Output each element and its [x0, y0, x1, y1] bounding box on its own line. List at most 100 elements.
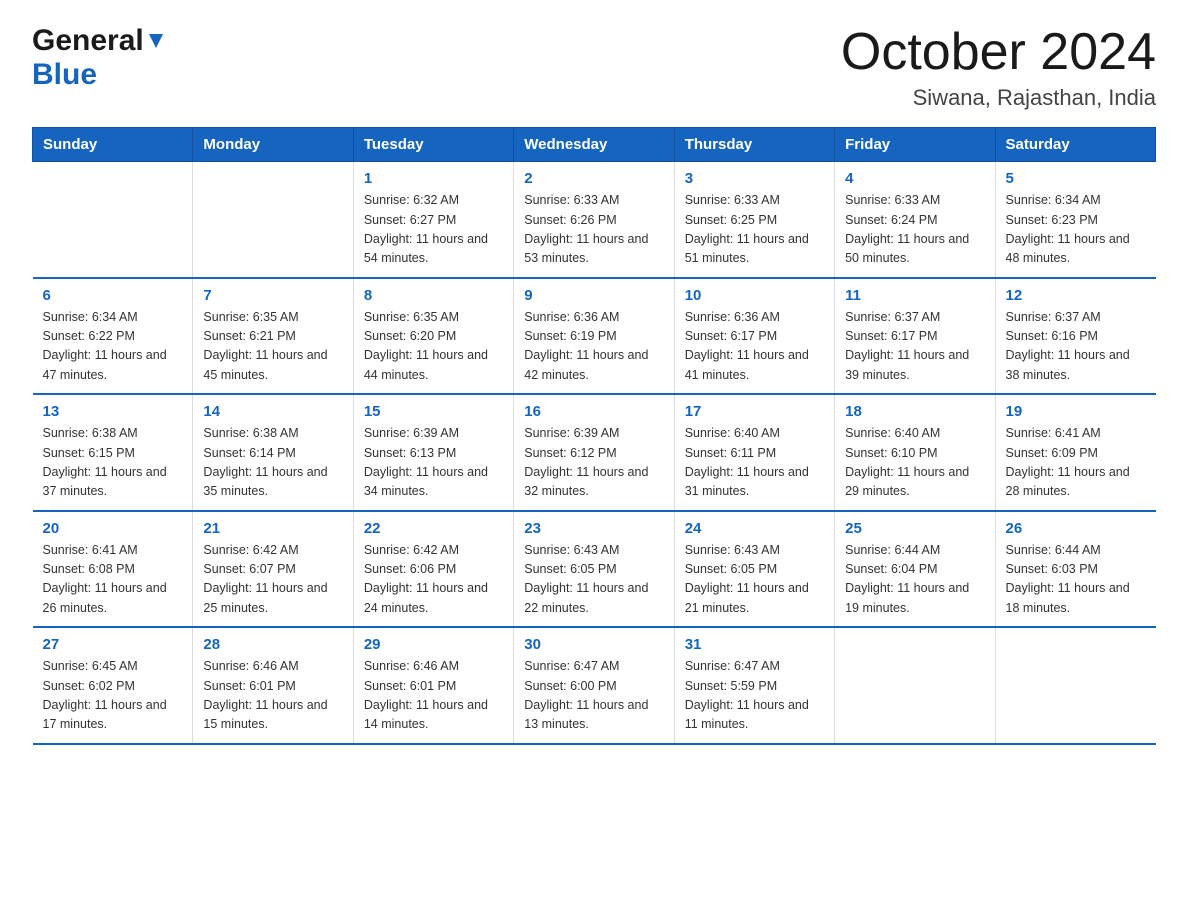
day-number: 16 [524, 403, 663, 420]
day-number: 27 [43, 636, 183, 653]
logo-general-text: General [32, 24, 144, 58]
calendar-cell: 12 Sunrise: 6:37 AM Sunset: 6:16 PM Dayli… [995, 278, 1155, 395]
day-number: 13 [43, 403, 183, 420]
day-info: Sunrise: 6:46 AM Sunset: 6:01 PM Dayligh… [203, 657, 342, 735]
calendar-cell: 18 Sunrise: 6:40 AM Sunset: 6:10 PM Dayli… [835, 394, 995, 511]
calendar-cell [193, 162, 353, 278]
calendar-cell: 11Sunrise: 6:37 AM Sunset: 6:17 PM Dayli… [835, 278, 995, 395]
location-title: Siwana, Rajasthan, India [841, 85, 1156, 111]
calendar-cell: 13 Sunrise: 6:38 AM Sunset: 6:15 PM Dayli… [33, 394, 193, 511]
day-number: 28 [203, 636, 342, 653]
day-number: 18 [845, 403, 984, 420]
day-number: 24 [685, 520, 824, 537]
calendar-cell: 19 Sunrise: 6:41 AM Sunset: 6:09 PM Dayli… [995, 394, 1155, 511]
month-title: October 2024 [841, 24, 1156, 81]
day-of-week-header: Saturday [995, 128, 1155, 162]
day-number: 9 [524, 287, 663, 304]
calendar-cell: 2Sunrise: 6:33 AM Sunset: 6:26 PM Daylig… [514, 162, 674, 278]
day-of-week-header: Tuesday [353, 128, 513, 162]
day-of-week-header: Friday [835, 128, 995, 162]
calendar-cell: 6Sunrise: 6:34 AM Sunset: 6:22 PM Daylig… [33, 278, 193, 395]
day-info: Sunrise: 6:40 AM Sunset: 6:10 PM Dayligh… [845, 424, 984, 502]
day-number: 6 [43, 287, 183, 304]
calendar-cell: 20Sunrise: 6:41 AM Sunset: 6:08 PM Dayli… [33, 511, 193, 628]
calendar-cell: 25 Sunrise: 6:44 AM Sunset: 6:04 PM Dayli… [835, 511, 995, 628]
calendar-cell: 8 Sunrise: 6:35 AM Sunset: 6:20 PM Daylig… [353, 278, 513, 395]
day-number: 17 [685, 403, 824, 420]
logo: General Blue [32, 24, 165, 92]
calendar-cell: 17 Sunrise: 6:40 AM Sunset: 6:11 PM Dayli… [674, 394, 834, 511]
day-number: 4 [845, 170, 984, 187]
calendar-cell: 10Sunrise: 6:36 AM Sunset: 6:17 PM Dayli… [674, 278, 834, 395]
page-header: General Blue October 2024 Siwana, Rajast… [32, 24, 1156, 111]
day-info: Sunrise: 6:40 AM Sunset: 6:11 PM Dayligh… [685, 424, 824, 502]
day-number: 3 [685, 170, 824, 187]
day-number: 30 [524, 636, 663, 653]
calendar-cell: 16 Sunrise: 6:39 AM Sunset: 6:12 PM Dayli… [514, 394, 674, 511]
calendar-header-row: SundayMondayTuesdayWednesdayThursdayFrid… [33, 128, 1156, 162]
day-info: Sunrise: 6:44 AM Sunset: 6:04 PM Dayligh… [845, 541, 984, 619]
day-number: 5 [1006, 170, 1146, 187]
day-info: Sunrise: 6:34 AM Sunset: 6:23 PM Dayligh… [1006, 191, 1146, 269]
logo-arrow-icon [147, 32, 165, 55]
day-info: Sunrise: 6:47 AM Sunset: 6:00 PM Dayligh… [524, 657, 663, 735]
day-info: Sunrise: 6:37 AM Sunset: 6:16 PM Dayligh… [1006, 308, 1146, 386]
calendar-cell: 26Sunrise: 6:44 AM Sunset: 6:03 PM Dayli… [995, 511, 1155, 628]
day-number: 21 [203, 520, 342, 537]
calendar-cell: 21 Sunrise: 6:42 AM Sunset: 6:07 PM Dayli… [193, 511, 353, 628]
day-info: Sunrise: 6:43 AM Sunset: 6:05 PM Dayligh… [685, 541, 824, 619]
calendar-cell: 28 Sunrise: 6:46 AM Sunset: 6:01 PM Dayli… [193, 627, 353, 744]
calendar-table: SundayMondayTuesdayWednesdayThursdayFrid… [32, 127, 1156, 745]
day-info: Sunrise: 6:45 AM Sunset: 6:02 PM Dayligh… [43, 657, 183, 735]
day-info: Sunrise: 6:39 AM Sunset: 6:13 PM Dayligh… [364, 424, 503, 502]
calendar-week-row: 1 Sunrise: 6:32 AM Sunset: 6:27 PM Daylig… [33, 162, 1156, 278]
logo-blue-text: Blue [32, 58, 97, 91]
day-info: Sunrise: 6:33 AM Sunset: 6:26 PM Dayligh… [524, 191, 663, 269]
day-number: 1 [364, 170, 503, 187]
calendar-cell [835, 627, 995, 744]
day-number: 29 [364, 636, 503, 653]
calendar-cell: 1 Sunrise: 6:32 AM Sunset: 6:27 PM Daylig… [353, 162, 513, 278]
day-of-week-header: Monday [193, 128, 353, 162]
calendar-week-row: 27 Sunrise: 6:45 AM Sunset: 6:02 PM Dayli… [33, 627, 1156, 744]
calendar-week-row: 20Sunrise: 6:41 AM Sunset: 6:08 PM Dayli… [33, 511, 1156, 628]
day-info: Sunrise: 6:32 AM Sunset: 6:27 PM Dayligh… [364, 191, 503, 269]
day-info: Sunrise: 6:43 AM Sunset: 6:05 PM Dayligh… [524, 541, 663, 619]
day-number: 22 [364, 520, 503, 537]
day-of-week-header: Sunday [33, 128, 193, 162]
day-number: 25 [845, 520, 984, 537]
calendar-cell: 27 Sunrise: 6:45 AM Sunset: 6:02 PM Dayli… [33, 627, 193, 744]
calendar-cell: 23Sunrise: 6:43 AM Sunset: 6:05 PM Dayli… [514, 511, 674, 628]
calendar-cell: 7Sunrise: 6:35 AM Sunset: 6:21 PM Daylig… [193, 278, 353, 395]
day-info: Sunrise: 6:35 AM Sunset: 6:20 PM Dayligh… [364, 308, 503, 386]
day-info: Sunrise: 6:47 AM Sunset: 5:59 PM Dayligh… [685, 657, 824, 735]
day-number: 19 [1006, 403, 1146, 420]
calendar-cell: 3 Sunrise: 6:33 AM Sunset: 6:25 PM Daylig… [674, 162, 834, 278]
day-info: Sunrise: 6:38 AM Sunset: 6:14 PM Dayligh… [203, 424, 342, 502]
day-info: Sunrise: 6:42 AM Sunset: 6:07 PM Dayligh… [203, 541, 342, 619]
calendar-cell: 9Sunrise: 6:36 AM Sunset: 6:19 PM Daylig… [514, 278, 674, 395]
day-info: Sunrise: 6:41 AM Sunset: 6:08 PM Dayligh… [43, 541, 183, 619]
calendar-cell: 4 Sunrise: 6:33 AM Sunset: 6:24 PM Daylig… [835, 162, 995, 278]
day-number: 10 [685, 287, 824, 304]
day-number: 31 [685, 636, 824, 653]
day-number: 8 [364, 287, 503, 304]
day-info: Sunrise: 6:42 AM Sunset: 6:06 PM Dayligh… [364, 541, 503, 619]
calendar-cell [33, 162, 193, 278]
day-info: Sunrise: 6:33 AM Sunset: 6:24 PM Dayligh… [845, 191, 984, 269]
day-number: 15 [364, 403, 503, 420]
day-number: 11 [845, 287, 984, 304]
day-number: 12 [1006, 287, 1146, 304]
day-number: 26 [1006, 520, 1146, 537]
day-info: Sunrise: 6:38 AM Sunset: 6:15 PM Dayligh… [43, 424, 183, 502]
calendar-cell [995, 627, 1155, 744]
day-info: Sunrise: 6:35 AM Sunset: 6:21 PM Dayligh… [203, 308, 342, 386]
day-info: Sunrise: 6:41 AM Sunset: 6:09 PM Dayligh… [1006, 424, 1146, 502]
day-info: Sunrise: 6:39 AM Sunset: 6:12 PM Dayligh… [524, 424, 663, 502]
calendar-cell: 15 Sunrise: 6:39 AM Sunset: 6:13 PM Dayli… [353, 394, 513, 511]
calendar-cell: 22 Sunrise: 6:42 AM Sunset: 6:06 PM Dayli… [353, 511, 513, 628]
calendar-cell: 14Sunrise: 6:38 AM Sunset: 6:14 PM Dayli… [193, 394, 353, 511]
calendar-week-row: 13 Sunrise: 6:38 AM Sunset: 6:15 PM Dayli… [33, 394, 1156, 511]
calendar-cell: 29Sunrise: 6:46 AM Sunset: 6:01 PM Dayli… [353, 627, 513, 744]
day-info: Sunrise: 6:33 AM Sunset: 6:25 PM Dayligh… [685, 191, 824, 269]
